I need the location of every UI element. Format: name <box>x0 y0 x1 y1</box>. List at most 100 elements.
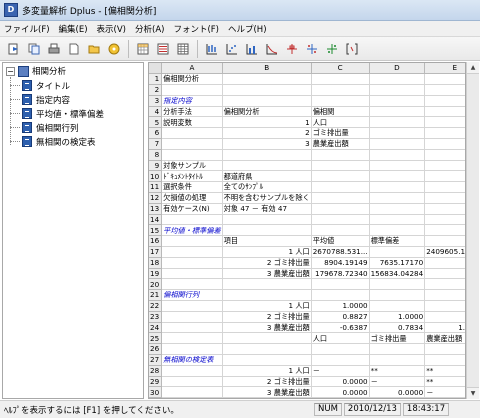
row-header[interactable]: 7 <box>149 138 163 150</box>
table-cell[interactable]: 7635.17170 <box>369 257 426 269</box>
table-cell[interactable]: ﾄﾞｷｭﾒﾝﾄﾀｲﾄﾙ <box>161 170 223 183</box>
scroll-down-icon[interactable]: ▼ <box>467 387 479 399</box>
menu-font[interactable]: フォント(F) <box>173 23 219 35</box>
table-cell[interactable]: 平均値 <box>311 235 370 248</box>
table-cell[interactable] <box>311 181 370 194</box>
row-header[interactable]: 31 <box>149 397 163 398</box>
table-cell[interactable] <box>424 203 465 215</box>
table-cell[interactable] <box>311 192 370 204</box>
row-header[interactable]: 6 <box>149 127 163 140</box>
table-cell[interactable]: 0.0000 <box>311 376 370 388</box>
column-header[interactable]: B <box>222 63 312 75</box>
import-icon[interactable] <box>6 41 22 57</box>
table-cell[interactable]: 2 ゴミ排出量 <box>222 311 312 323</box>
table-cell[interactable]: 分析手法 <box>161 106 223 118</box>
table-cell[interactable]: － <box>311 365 370 377</box>
scatter-icon[interactable] <box>224 41 240 57</box>
table-cell[interactable] <box>369 224 426 237</box>
table-cell[interactable]: 対象サンプル <box>161 160 223 172</box>
table-cell[interactable] <box>161 278 223 291</box>
row-header[interactable]: 15 <box>149 224 163 237</box>
table-cell[interactable] <box>161 386 223 398</box>
row-header[interactable]: 3 <box>149 95 163 107</box>
table-cell[interactable] <box>369 343 426 356</box>
table-cell[interactable]: 偏相関行列 <box>161 289 223 302</box>
table-cell[interactable] <box>424 268 465 280</box>
table-cell[interactable] <box>311 289 370 302</box>
table-cell[interactable] <box>369 192 426 204</box>
table-cell[interactable]: 平均値・標準偏差 <box>161 224 223 237</box>
table-cell[interactable]: 2 ゴミ排出量 <box>222 257 312 269</box>
table-cell[interactable]: 指定内容 <box>161 95 223 107</box>
table-cell[interactable]: 1 人口 <box>222 365 312 377</box>
table-cell[interactable]: 人口 <box>311 332 370 345</box>
table-cell[interactable]: 0.0000 <box>369 386 426 398</box>
table-cell[interactable] <box>161 343 223 356</box>
table-cell[interactable]: 農業産出額 <box>424 332 465 345</box>
new-icon[interactable] <box>66 41 82 57</box>
row-header[interactable]: 13 <box>149 203 163 215</box>
row-header[interactable]: 28 <box>149 365 163 377</box>
table-cell[interactable] <box>222 278 312 291</box>
copy-icon[interactable] <box>26 41 42 57</box>
table-cell[interactable] <box>222 332 312 345</box>
table-cell[interactable]: 選択条件 <box>161 181 223 194</box>
row-header[interactable]: 14 <box>149 214 163 226</box>
table-cell[interactable] <box>424 192 465 204</box>
table-cell[interactable]: 8904.19149 <box>311 257 370 269</box>
row-header[interactable]: 19 <box>149 268 163 280</box>
tree-item-partial-corr[interactable]: 偏相関行列 <box>10 121 79 134</box>
table-cell[interactable] <box>161 332 223 345</box>
table-cell[interactable] <box>369 73 426 86</box>
scroll-up-icon[interactable]: ▲ <box>467 62 479 74</box>
table-cell[interactable]: ** <box>424 365 465 377</box>
table-icon[interactable] <box>175 41 191 57</box>
table-cell[interactable] <box>222 343 312 356</box>
table-cell[interactable] <box>311 170 370 183</box>
table-cell[interactable]: － <box>369 376 426 388</box>
table-cell[interactable] <box>161 311 223 323</box>
dots-icon[interactable] <box>304 41 320 57</box>
table-cell[interactable]: 2 ゴミ排出量 <box>222 376 312 388</box>
table-cell[interactable]: 3 <box>222 138 312 150</box>
table-cell[interactable] <box>161 127 223 140</box>
table-cell[interactable] <box>222 289 312 302</box>
table-cell[interactable]: -0.6387 <box>311 322 370 334</box>
menu-help[interactable]: ヘルプ(H) <box>228 23 267 35</box>
table-cell[interactable] <box>311 224 370 237</box>
table-cell[interactable] <box>311 354 370 366</box>
table-cell[interactable]: 農業産出額 <box>424 397 465 398</box>
table-cell[interactable] <box>311 203 370 215</box>
table-cell[interactable]: 2670788.531... <box>311 246 370 258</box>
table-cell[interactable] <box>369 160 426 172</box>
table-cell[interactable] <box>424 311 465 323</box>
table-cell[interactable] <box>222 224 312 237</box>
table-cell[interactable] <box>424 343 465 356</box>
table-cell[interactable] <box>424 73 465 86</box>
table-cell[interactable]: 有効ケース(N) <box>161 203 223 215</box>
table-cell[interactable] <box>161 376 223 388</box>
table-cell[interactable] <box>424 289 465 302</box>
tree-item-settings[interactable]: 指定内容 <box>10 93 70 106</box>
table-cell[interactable]: ゴミ排出量 <box>311 127 370 140</box>
table-cell[interactable] <box>424 354 465 366</box>
table-cell[interactable] <box>311 278 370 291</box>
row-header[interactable]: 11 <box>149 181 163 194</box>
table-cell[interactable] <box>161 397 223 398</box>
table-cell[interactable] <box>222 95 312 107</box>
table-cell[interactable] <box>369 127 426 140</box>
table-cell[interactable] <box>369 354 426 366</box>
table-cell[interactable]: 1 人口 <box>222 246 312 258</box>
print-icon[interactable] <box>46 41 62 57</box>
table-cell[interactable]: 1.0000 <box>369 311 426 323</box>
row-header[interactable]: 30 <box>149 386 163 398</box>
table-cell[interactable] <box>369 149 426 161</box>
table-cell[interactable] <box>311 343 370 356</box>
table-cell[interactable] <box>424 138 465 150</box>
row-header[interactable]: 22 <box>149 300 163 312</box>
row-header[interactable]: 27 <box>149 354 163 366</box>
table-cell[interactable]: 全てのｻﾝﾌﾟﾙ <box>222 181 312 194</box>
table-cell[interactable] <box>311 73 370 86</box>
table-cell[interactable] <box>311 160 370 172</box>
table-cell[interactable]: ゴミ排出量 <box>369 397 426 398</box>
